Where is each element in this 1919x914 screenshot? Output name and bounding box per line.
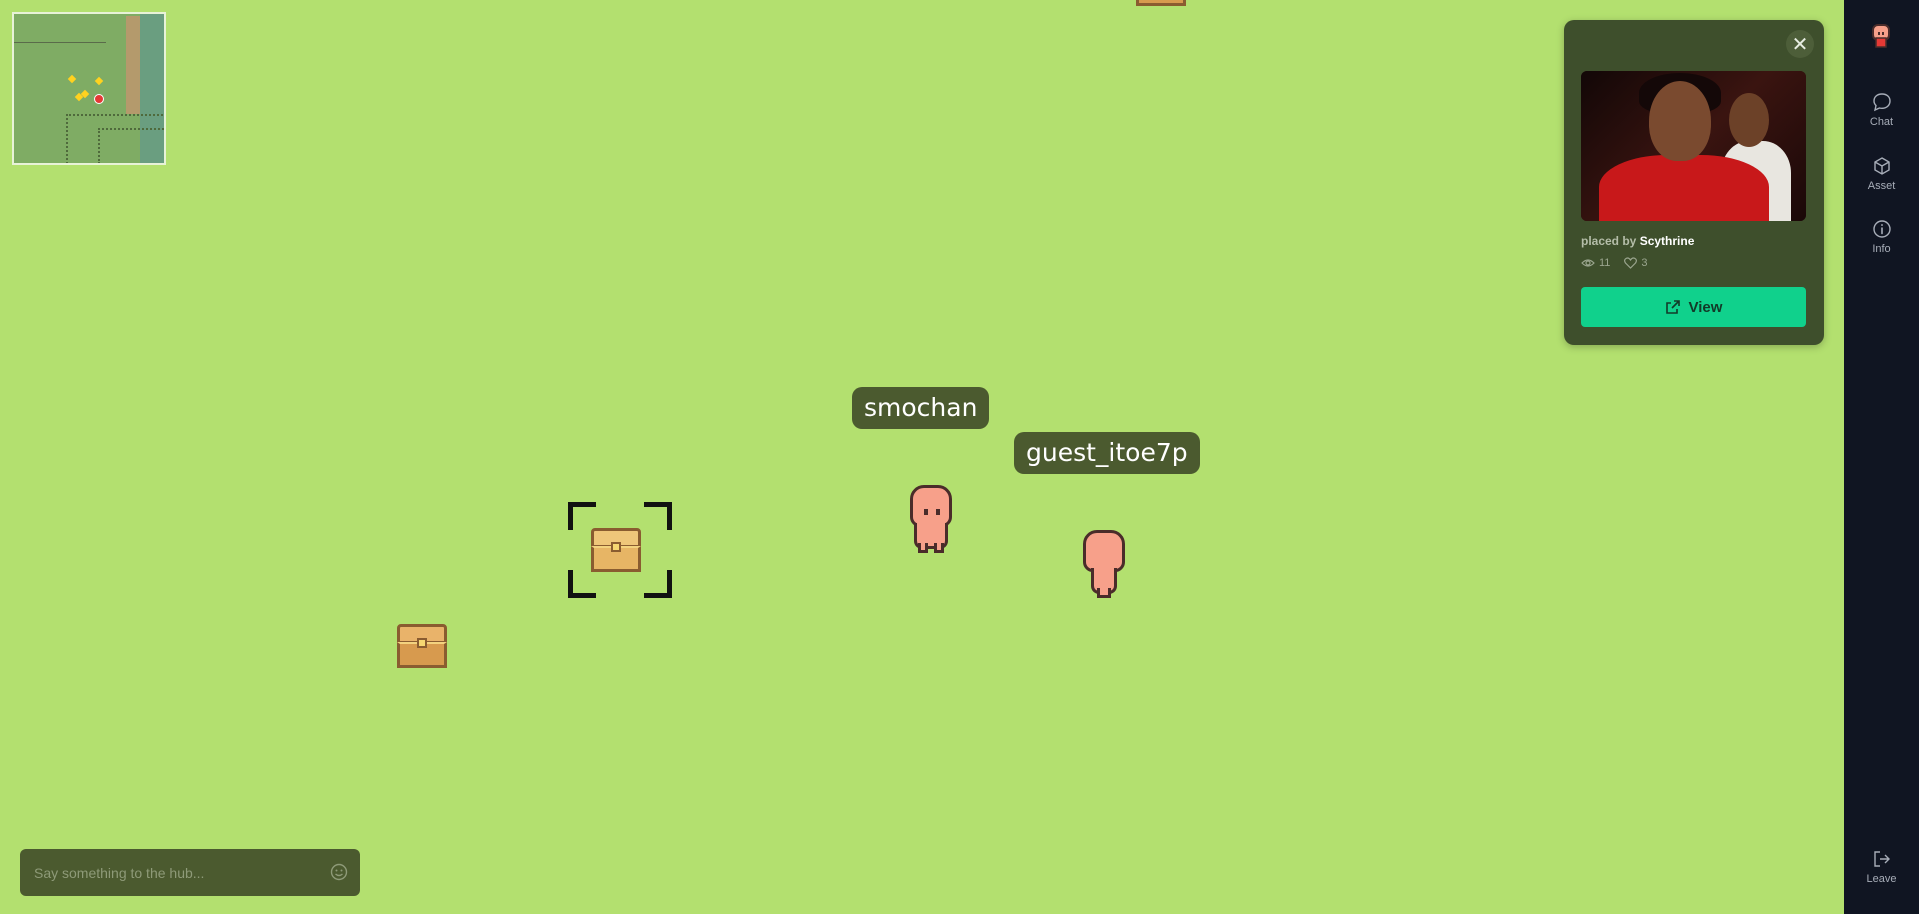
minimap[interactable] xyxy=(12,12,166,165)
treasure-chest[interactable] xyxy=(397,624,447,668)
sidebar-item-label: Info xyxy=(1872,243,1891,255)
view-button-label: View xyxy=(1688,298,1723,316)
placed-by-user[interactable]: Scythrine xyxy=(1640,234,1695,248)
game-world[interactable]: smochan guest_itoe7p ✕ placed by Scythri… xyxy=(0,0,1844,914)
eye-icon xyxy=(1581,259,1595,267)
info-icon xyxy=(1872,220,1891,238)
external-link-icon xyxy=(1665,300,1680,314)
player-avatar-guest[interactable] xyxy=(1077,530,1131,602)
sidebar-item-label: Leave xyxy=(1866,873,1897,885)
placed-by-line: placed by Scythrine xyxy=(1581,234,1694,248)
asset-info-popup: ✕ placed by Scythrine 11 3 View xyxy=(1564,20,1824,345)
player-avatar-smochan[interactable] xyxy=(904,485,958,557)
chat-input-bar xyxy=(20,849,360,896)
player-nametag: smochan xyxy=(852,387,990,429)
sidebar-item-chat[interactable]: Chat xyxy=(1844,92,1919,128)
placed-by-label: placed by xyxy=(1581,234,1637,248)
right-sidebar: Chat Asset Info Leave xyxy=(1844,0,1919,914)
likes-count: 3 xyxy=(1641,257,1648,269)
user-avatar[interactable] xyxy=(1871,24,1891,48)
sidebar-item-label: Asset xyxy=(1867,180,1896,192)
player-nametag: guest_itoe7p xyxy=(1014,432,1200,474)
chat-input[interactable] xyxy=(34,849,324,896)
sidebar-item-leave[interactable]: Leave xyxy=(1844,849,1919,885)
treasure-chest[interactable] xyxy=(1136,0,1186,6)
minimap-fence xyxy=(98,128,164,163)
sidebar-item-asset[interactable]: Asset xyxy=(1844,156,1919,192)
asset-stats: 11 3 xyxy=(1581,257,1648,269)
view-button[interactable]: View xyxy=(1581,287,1806,327)
cube-icon xyxy=(1873,157,1890,175)
views-count: 11 xyxy=(1599,257,1611,269)
treasure-chest-selected[interactable] xyxy=(591,528,641,572)
close-icon[interactable]: ✕ xyxy=(1786,30,1814,58)
logout-icon xyxy=(1873,851,1890,867)
minimap-asset-marker xyxy=(94,76,104,86)
minimap-player-marker xyxy=(94,94,104,104)
chat-bubble-icon xyxy=(1872,93,1891,112)
minimap-asset-marker xyxy=(67,74,77,84)
sidebar-item-label: Chat xyxy=(1869,116,1894,128)
minimap-path xyxy=(126,16,140,114)
emoji-icon[interactable] xyxy=(330,863,348,881)
minimap-fence-line xyxy=(14,42,106,43)
asset-preview-image[interactable] xyxy=(1581,71,1806,221)
heart-icon[interactable] xyxy=(1624,257,1638,269)
sidebar-item-info[interactable]: Info xyxy=(1844,219,1919,255)
